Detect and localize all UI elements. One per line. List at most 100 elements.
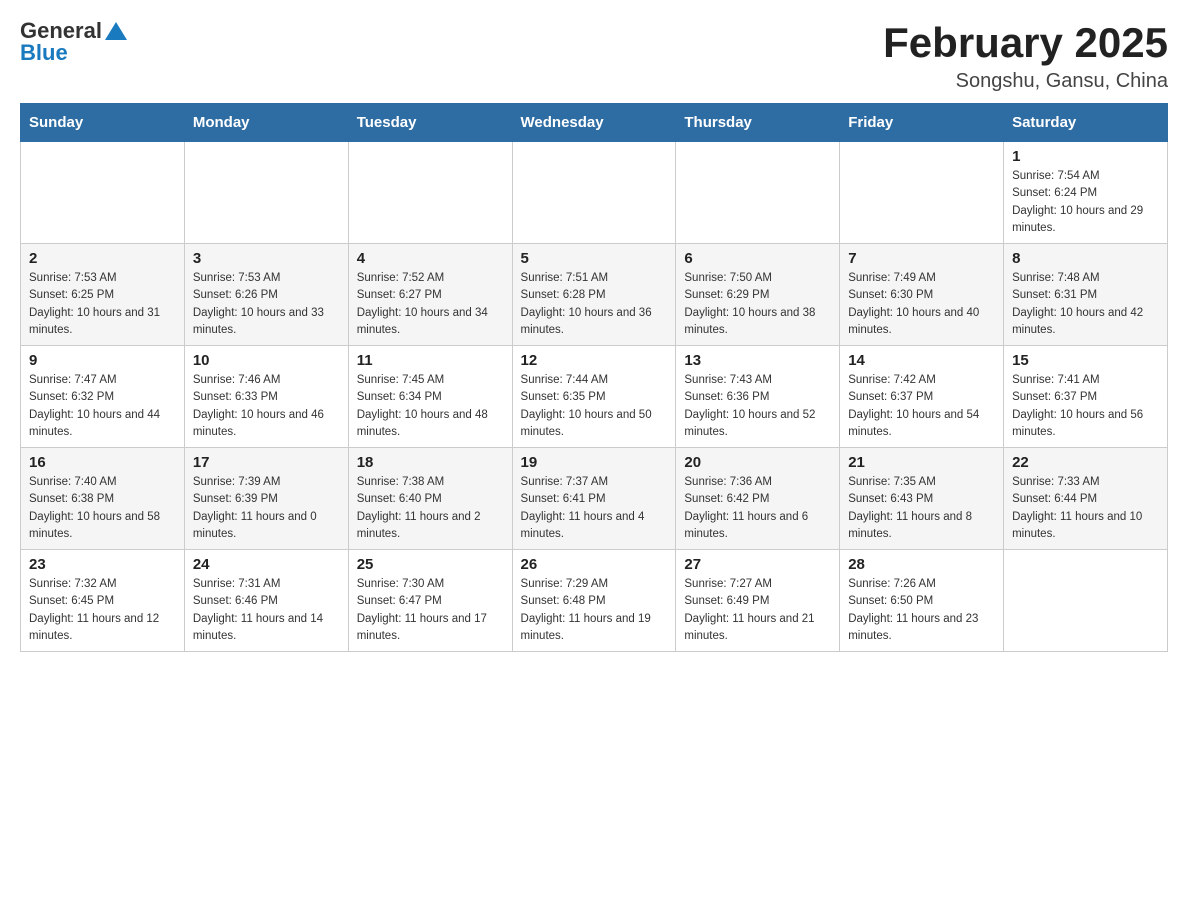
day-info: Sunrise: 7:26 AMSunset: 6:50 PMDaylight:… <box>848 576 995 645</box>
day-cell: 21Sunrise: 7:35 AMSunset: 6:43 PMDayligh… <box>840 448 1004 550</box>
header-thursday: Thursday <box>676 104 840 142</box>
day-cell: 2Sunrise: 7:53 AMSunset: 6:25 PMDaylight… <box>21 244 185 346</box>
day-info: Sunrise: 7:51 AMSunset: 6:28 PMDaylight:… <box>521 270 668 339</box>
day-number: 8 <box>1012 250 1159 267</box>
day-info: Sunrise: 7:45 AMSunset: 6:34 PMDaylight:… <box>357 372 504 441</box>
day-cell: 23 Sunrise: 7:32 AMSunset: 6:45 PMDayligh… <box>21 550 185 652</box>
day-info: Sunrise: 7:37 AMSunset: 6:41 PMDaylight:… <box>521 474 668 543</box>
day-info: Sunrise: 7:48 AMSunset: 6:31 PMDaylight:… <box>1012 270 1159 339</box>
day-info: Sunrise: 7:35 AMSunset: 6:43 PMDaylight:… <box>848 474 995 543</box>
calendar-title: February 2025 <box>883 20 1168 66</box>
day-cell: 3Sunrise: 7:53 AMSunset: 6:26 PMDaylight… <box>184 244 348 346</box>
day-number: 10 <box>193 352 340 369</box>
day-number: 17 <box>193 454 340 471</box>
day-info: Sunrise: 7:52 AMSunset: 6:27 PMDaylight:… <box>357 270 504 339</box>
day-number: 1 <box>1012 148 1159 165</box>
week-row-4: 16Sunrise: 7:40 AMSunset: 6:38 PMDayligh… <box>21 448 1168 550</box>
day-info: Sunrise: 7:40 AMSunset: 6:38 PMDaylight:… <box>29 474 176 543</box>
day-number: 12 <box>521 352 668 369</box>
day-info: Sunrise: 7:29 AMSunset: 6:48 PMDaylight:… <box>521 576 668 645</box>
day-info: Sunrise: 7:41 AMSunset: 6:37 PMDaylight:… <box>1012 372 1159 441</box>
logo-triangle-icon <box>105 20 127 42</box>
day-cell: 28Sunrise: 7:26 AMSunset: 6:50 PMDayligh… <box>840 550 1004 652</box>
day-number: 7 <box>848 250 995 267</box>
day-number: 9 <box>29 352 176 369</box>
day-info: Sunrise: 7:42 AMSunset: 6:37 PMDaylight:… <box>848 372 995 441</box>
day-info: Sunrise: 7:50 AMSunset: 6:29 PMDaylight:… <box>684 270 831 339</box>
day-cell <box>1004 550 1168 652</box>
header-wednesday: Wednesday <box>512 104 676 142</box>
day-info: Sunrise: 7:36 AMSunset: 6:42 PMDaylight:… <box>684 474 831 543</box>
calendar-subtitle: Songshu, Gansu, China <box>883 70 1168 93</box>
day-cell: 5 Sunrise: 7:51 AMSunset: 6:28 PMDaylight… <box>512 244 676 346</box>
day-cell <box>21 142 185 244</box>
day-info: Sunrise: 7:44 AMSunset: 6:35 PMDaylight:… <box>521 372 668 441</box>
logo-general-text: General <box>20 20 102 42</box>
day-info: Sunrise: 7:27 AMSunset: 6:49 PMDaylight:… <box>684 576 831 645</box>
day-info: Sunrise: 7:43 AMSunset: 6:36 PMDaylight:… <box>684 372 831 441</box>
day-number: 25 <box>357 556 504 573</box>
day-cell: 7Sunrise: 7:49 AMSunset: 6:30 PMDaylight… <box>840 244 1004 346</box>
logo: General Blue <box>20 20 127 64</box>
day-number: 26 <box>521 556 668 573</box>
day-number: 2 <box>29 250 176 267</box>
day-cell: 25 Sunrise: 7:30 AMSunset: 6:47 PMDayligh… <box>348 550 512 652</box>
header-monday: Monday <box>184 104 348 142</box>
week-row-2: 2Sunrise: 7:53 AMSunset: 6:25 PMDaylight… <box>21 244 1168 346</box>
day-cell: 13 Sunrise: 7:43 AMSunset: 6:36 PMDayligh… <box>676 346 840 448</box>
day-number: 24 <box>193 556 340 573</box>
day-number: 15 <box>1012 352 1159 369</box>
day-cell <box>348 142 512 244</box>
day-info: Sunrise: 7:32 AMSunset: 6:45 PMDaylight:… <box>29 576 176 645</box>
day-number: 13 <box>684 352 831 369</box>
day-number: 18 <box>357 454 504 471</box>
day-number: 3 <box>193 250 340 267</box>
day-cell: 9 Sunrise: 7:47 AMSunset: 6:32 PMDaylight… <box>21 346 185 448</box>
day-number: 5 <box>521 250 668 267</box>
day-number: 19 <box>521 454 668 471</box>
day-cell: 17 Sunrise: 7:39 AMSunset: 6:39 PMDayligh… <box>184 448 348 550</box>
week-row-3: 9 Sunrise: 7:47 AMSunset: 6:32 PMDaylight… <box>21 346 1168 448</box>
logo-text: General Blue <box>20 20 127 64</box>
day-cell: 1 Sunrise: 7:54 AMSunset: 6:24 PMDaylight… <box>1004 142 1168 244</box>
day-number: 20 <box>684 454 831 471</box>
day-cell: 20 Sunrise: 7:36 AMSunset: 6:42 PMDayligh… <box>676 448 840 550</box>
day-cell: 14Sunrise: 7:42 AMSunset: 6:37 PMDayligh… <box>840 346 1004 448</box>
title-group: February 2025 Songshu, Gansu, China <box>883 20 1168 93</box>
day-cell: 6Sunrise: 7:50 AMSunset: 6:29 PMDaylight… <box>676 244 840 346</box>
day-cell <box>512 142 676 244</box>
day-cell: 24 Sunrise: 7:31 AMSunset: 6:46 PMDayligh… <box>184 550 348 652</box>
day-cell <box>676 142 840 244</box>
day-info: Sunrise: 7:33 AMSunset: 6:44 PMDaylight:… <box>1012 474 1159 543</box>
day-info: Sunrise: 7:46 AMSunset: 6:33 PMDaylight:… <box>193 372 340 441</box>
day-info: Sunrise: 7:47 AMSunset: 6:32 PMDaylight:… <box>29 372 176 441</box>
day-cell: 4 Sunrise: 7:52 AMSunset: 6:27 PMDaylight… <box>348 244 512 346</box>
day-info: Sunrise: 7:54 AMSunset: 6:24 PMDaylight:… <box>1012 168 1159 237</box>
page-header: General Blue February 2025 Songshu, Gans… <box>20 20 1168 93</box>
day-cell <box>840 142 1004 244</box>
day-cell: 18 Sunrise: 7:38 AMSunset: 6:40 PMDayligh… <box>348 448 512 550</box>
day-cell: 27Sunrise: 7:27 AMSunset: 6:49 PMDayligh… <box>676 550 840 652</box>
week-row-5: 23 Sunrise: 7:32 AMSunset: 6:45 PMDayligh… <box>21 550 1168 652</box>
day-info: Sunrise: 7:39 AMSunset: 6:39 PMDaylight:… <box>193 474 340 543</box>
day-cell: 16Sunrise: 7:40 AMSunset: 6:38 PMDayligh… <box>21 448 185 550</box>
header-tuesday: Tuesday <box>348 104 512 142</box>
week-row-1: 1 Sunrise: 7:54 AMSunset: 6:24 PMDaylight… <box>21 142 1168 244</box>
logo-blue-text: Blue <box>20 42 127 64</box>
day-number: 4 <box>357 250 504 267</box>
day-number: 23 <box>29 556 176 573</box>
day-info: Sunrise: 7:31 AMSunset: 6:46 PMDaylight:… <box>193 576 340 645</box>
day-cell <box>184 142 348 244</box>
day-info: Sunrise: 7:30 AMSunset: 6:47 PMDaylight:… <box>357 576 504 645</box>
day-number: 11 <box>357 352 504 369</box>
day-cell: 26 Sunrise: 7:29 AMSunset: 6:48 PMDayligh… <box>512 550 676 652</box>
header-friday: Friday <box>840 104 1004 142</box>
calendar-table: SundayMondayTuesdayWednesdayThursdayFrid… <box>20 103 1168 652</box>
day-cell: 10 Sunrise: 7:46 AMSunset: 6:33 PMDayligh… <box>184 346 348 448</box>
header-saturday: Saturday <box>1004 104 1168 142</box>
calendar-header-row: SundayMondayTuesdayWednesdayThursdayFrid… <box>21 104 1168 142</box>
day-cell: 11 Sunrise: 7:45 AMSunset: 6:34 PMDayligh… <box>348 346 512 448</box>
day-info: Sunrise: 7:38 AMSunset: 6:40 PMDaylight:… <box>357 474 504 543</box>
day-number: 22 <box>1012 454 1159 471</box>
day-cell: 12 Sunrise: 7:44 AMSunset: 6:35 PMDayligh… <box>512 346 676 448</box>
